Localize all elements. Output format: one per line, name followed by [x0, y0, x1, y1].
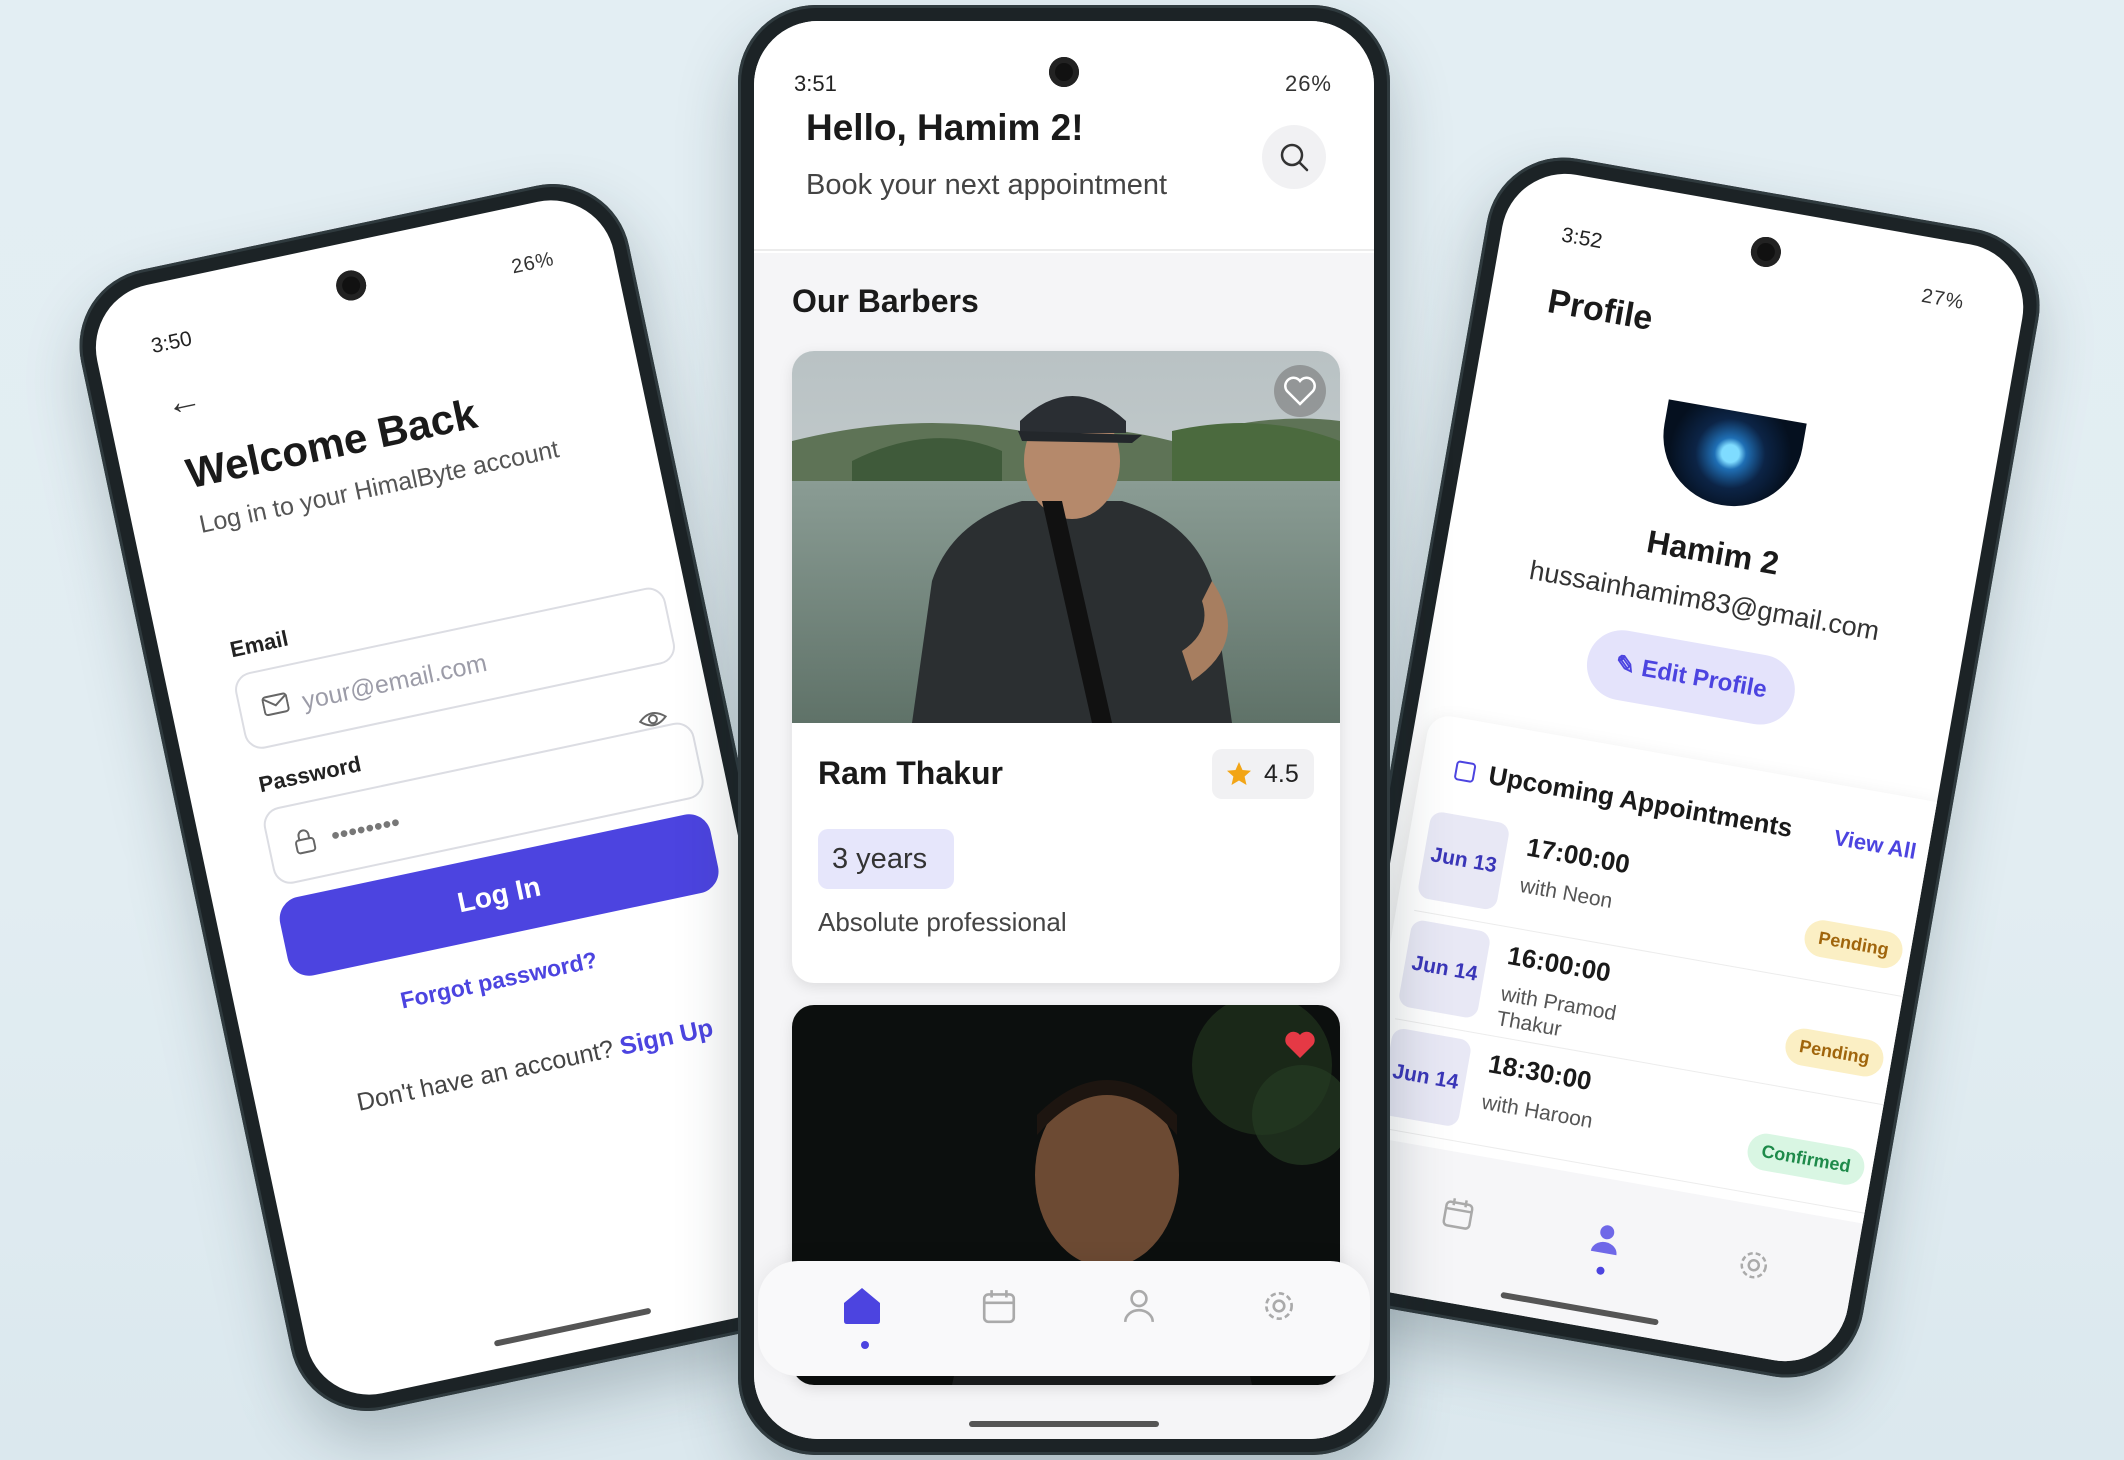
password-value: •••••••• — [328, 808, 403, 851]
home-phone: 3:51 26% Hello, Hamim 2! Book your next … — [738, 5, 1390, 1455]
lock-icon — [295, 829, 317, 855]
status-badge: Confirmed — [1744, 1130, 1868, 1188]
nav-home[interactable] — [840, 1283, 890, 1349]
bottom-nav — [758, 1261, 1370, 1376]
status-battery: 26% — [509, 247, 557, 279]
active-indicator — [861, 1341, 869, 1349]
home-indicator — [1500, 1291, 1659, 1326]
mail-icon — [261, 692, 290, 717]
calendar-icon — [982, 1290, 1016, 1324]
experience-badge: 3 years — [818, 829, 954, 889]
star-icon — [1227, 762, 1251, 785]
eye-icon[interactable] — [636, 706, 670, 732]
user-icon[interactable] — [1585, 1218, 1627, 1260]
page-title: Profile — [1544, 282, 1656, 338]
status-time: 3:50 — [149, 327, 194, 359]
login-screen: 3:50 26% ← Welcome Back Log in to your H… — [83, 188, 837, 1407]
home-indicator — [969, 1421, 1159, 1427]
signup-prompt: Don't have an account? Sign Up — [354, 1014, 715, 1118]
home-indicator — [493, 1307, 652, 1347]
favorite-button[interactable] — [1274, 1019, 1326, 1071]
login-phone: 3:50 26% ← Welcome Back Log in to your H… — [65, 169, 855, 1426]
appointment-barber: with Neon — [1518, 874, 1615, 913]
greeting-subtitle: Book your next appointment — [806, 169, 1168, 201]
calendar-icon[interactable] — [1437, 1192, 1479, 1234]
home-header: 3:51 26% Hello, Hamim 2! Book your next … — [754, 21, 1374, 251]
front-camera — [1049, 57, 1079, 87]
edit-profile-button[interactable]: ✎ Edit Profile — [1581, 624, 1801, 731]
edit-profile-label: Edit Profile — [1639, 654, 1769, 704]
profile-screen: 3:52 27% Profile Hamim 2 hussainhamim83@… — [1316, 163, 2034, 1372]
status-battery: 27% — [1919, 284, 1966, 314]
email-label: Email — [227, 625, 291, 663]
rating-value: 4.5 — [1264, 760, 1299, 788]
rating-badge: 4.5 — [1212, 749, 1314, 799]
search-icon — [1280, 143, 1309, 172]
nav-calendar[interactable] — [980, 1283, 1030, 1343]
signup-link[interactable]: Sign Up — [617, 1014, 715, 1061]
barber-name: Ram Thakur — [818, 755, 1003, 791]
heart-icon — [1284, 376, 1316, 406]
barber-description: Absolute professional — [818, 907, 1067, 937]
status-badge: Pending — [1782, 1025, 1887, 1080]
email-placeholder: your@email.com — [299, 648, 490, 716]
appointment-time: 18:30:00 — [1486, 1048, 1594, 1097]
back-arrow-icon[interactable]: ← — [162, 377, 206, 426]
barber-photo — [792, 351, 1340, 723]
appointment-time: 16:00:00 — [1505, 940, 1614, 988]
front-camera — [333, 267, 369, 304]
calendar-icon — [1453, 760, 1477, 784]
home-screen: 3:51 26% Hello, Hamim 2! Book your next … — [754, 21, 1374, 1439]
appointment-barber: with Haroon — [1479, 1090, 1595, 1133]
home-icon — [844, 1288, 880, 1324]
appointment-time: 17:00:00 — [1524, 831, 1633, 880]
status-time: 3:52 — [1559, 223, 1605, 254]
user-icon — [1123, 1289, 1155, 1322]
avatar — [1652, 399, 1807, 518]
email-field[interactable]: your@email.com — [231, 584, 679, 753]
barber-card[interactable]: Ram Thakur 4.5 3 years Absolute professi… — [792, 351, 1340, 983]
status-badge: Pending — [1801, 917, 1906, 972]
date-badge: Jun 14 — [1378, 1027, 1473, 1128]
signup-text: Don't have an account? — [354, 1034, 617, 1117]
settings-icon — [1265, 1292, 1293, 1320]
heart-filled-icon — [1285, 1031, 1315, 1058]
view-all-link[interactable]: View All — [1832, 825, 1918, 865]
section-title: Our Barbers — [792, 283, 979, 319]
status-battery: 26% — [1284, 71, 1332, 96]
favorite-button[interactable] — [1274, 365, 1326, 417]
date-badge: Jun 14 — [1397, 918, 1492, 1020]
greeting: Hello, Hamim 2! — [806, 107, 1084, 148]
date-badge: Jun 13 — [1416, 810, 1511, 911]
profile-phone: 3:52 27% Profile Hamim 2 hussainhamim83@… — [1298, 145, 2052, 1390]
search-button[interactable] — [1262, 125, 1326, 189]
settings-icon[interactable] — [1733, 1244, 1775, 1286]
nav-profile[interactable] — [1120, 1283, 1170, 1343]
nav-settings[interactable] — [1260, 1283, 1310, 1343]
status-time: 3:51 — [794, 71, 837, 96]
front-camera — [1748, 234, 1784, 270]
active-indicator — [1595, 1266, 1606, 1276]
